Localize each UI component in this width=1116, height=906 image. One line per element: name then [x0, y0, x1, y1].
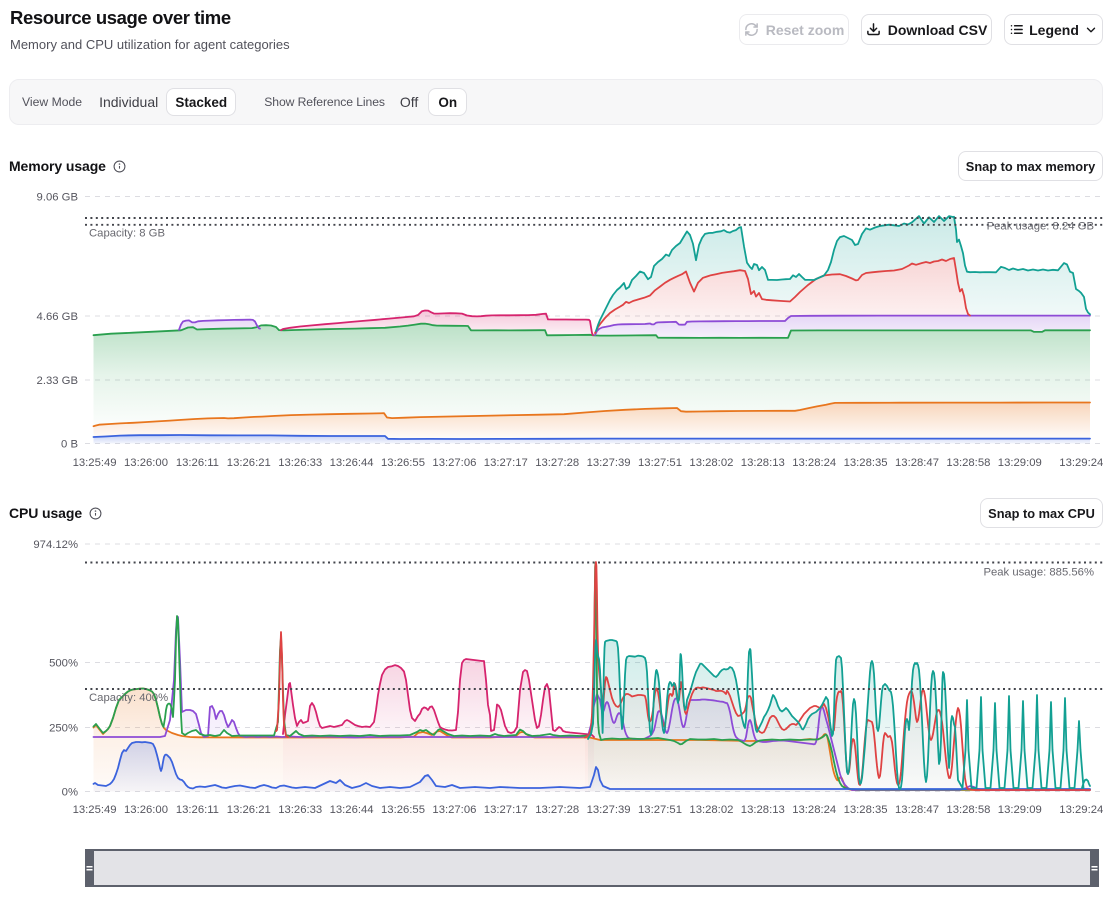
svg-text:13:29:24: 13:29:24	[1059, 457, 1103, 469]
svg-text:13:28:24: 13:28:24	[792, 804, 836, 816]
svg-text:13:27:51: 13:27:51	[638, 804, 682, 816]
svg-text:13:26:11: 13:26:11	[176, 457, 219, 469]
svg-text:13:26:33: 13:26:33	[278, 457, 322, 469]
svg-text:13:28:47: 13:28:47	[895, 804, 939, 816]
svg-text:0 B: 0 B	[61, 439, 78, 451]
svg-text:13:27:06: 13:27:06	[432, 457, 476, 469]
svg-text:Capacity: 8 GB: Capacity: 8 GB	[89, 228, 165, 240]
svg-text:Peak usage: 8.24 GB: Peak usage: 8.24 GB	[987, 221, 1094, 233]
svg-text:13:26:00: 13:26:00	[124, 804, 168, 816]
svg-text:13:27:39: 13:27:39	[587, 804, 631, 816]
svg-text:13:29:09: 13:29:09	[998, 804, 1042, 816]
svg-text:13:27:28: 13:27:28	[535, 457, 579, 469]
svg-text:13:28:35: 13:28:35	[844, 804, 888, 816]
svg-text:13:28:58: 13:28:58	[946, 457, 990, 469]
svg-text:13:29:24: 13:29:24	[1059, 804, 1103, 816]
svg-text:13:26:44: 13:26:44	[330, 457, 374, 469]
svg-text:13:28:02: 13:28:02	[689, 457, 733, 469]
svg-text:13:26:00: 13:26:00	[124, 457, 168, 469]
svg-text:9.06 GB: 9.06 GB	[37, 192, 78, 204]
svg-text:0%: 0%	[62, 787, 78, 799]
svg-text:13:26:33: 13:26:33	[278, 804, 322, 816]
svg-text:13:28:13: 13:28:13	[741, 457, 785, 469]
svg-text:13:28:02: 13:28:02	[689, 804, 733, 816]
svg-text:13:28:47: 13:28:47	[895, 457, 939, 469]
svg-text:13:28:35: 13:28:35	[844, 457, 888, 469]
svg-text:974.12%: 974.12%	[33, 539, 78, 551]
svg-text:13:27:51: 13:27:51	[638, 457, 682, 469]
svg-text:13:27:17: 13:27:17	[484, 457, 528, 469]
svg-text:13:29:09: 13:29:09	[998, 457, 1042, 469]
svg-text:250%: 250%	[49, 723, 78, 735]
svg-text:13:26:44: 13:26:44	[330, 804, 374, 816]
svg-text:2.33 GB: 2.33 GB	[37, 375, 78, 387]
svg-text:13:27:28: 13:27:28	[535, 804, 579, 816]
svg-text:13:28:24: 13:28:24	[792, 457, 836, 469]
svg-text:4.66 GB: 4.66 GB	[37, 311, 78, 323]
svg-text:Capacity: 400%: Capacity: 400%	[89, 692, 168, 704]
svg-text:13:27:39: 13:27:39	[587, 457, 631, 469]
svg-text:500%: 500%	[49, 658, 78, 670]
svg-text:13:27:17: 13:27:17	[484, 804, 528, 816]
svg-text:13:26:21: 13:26:21	[227, 457, 271, 469]
svg-text:13:26:55: 13:26:55	[381, 804, 425, 816]
svg-text:13:26:21: 13:26:21	[227, 804, 271, 816]
svg-text:13:26:11: 13:26:11	[176, 804, 219, 816]
svg-text:13:27:06: 13:27:06	[432, 804, 476, 816]
svg-text:13:28:58: 13:28:58	[946, 804, 990, 816]
svg-text:13:25:49: 13:25:49	[73, 804, 117, 816]
svg-text:Peak usage: 885.56%: Peak usage: 885.56%	[983, 567, 1094, 579]
svg-text:13:25:49: 13:25:49	[73, 457, 117, 469]
svg-text:13:28:13: 13:28:13	[741, 804, 785, 816]
svg-text:13:26:55: 13:26:55	[381, 457, 425, 469]
